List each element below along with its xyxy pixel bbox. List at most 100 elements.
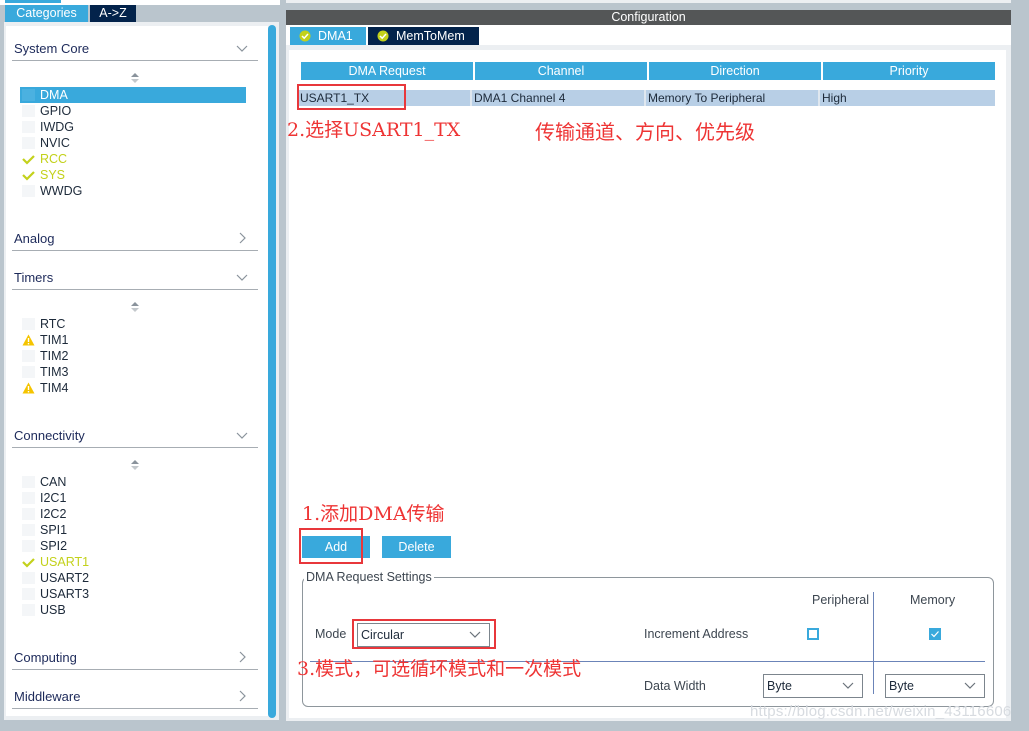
section-computing[interactable]: Computing bbox=[12, 646, 258, 670]
annotation-step1: 1.添加DMA传输 bbox=[302, 503, 445, 525]
memory-width-value: Byte bbox=[889, 679, 915, 693]
memory-width-select[interactable]: Byte bbox=[885, 674, 985, 698]
cell-channel: DMA1 Channel 4 bbox=[472, 90, 646, 106]
item-label: SPI2 bbox=[40, 539, 68, 553]
sort-icon[interactable] bbox=[130, 459, 140, 471]
section-middleware[interactable]: Middleware bbox=[12, 685, 258, 709]
peripheral-increment-checkbox[interactable] bbox=[807, 628, 819, 640]
status-blank-icon bbox=[22, 476, 35, 488]
item-label: WWDG bbox=[40, 184, 83, 198]
section-analog[interactable]: Analog bbox=[12, 227, 258, 251]
sidebar-item-sys[interactable]: SYS bbox=[20, 167, 246, 183]
status-blank-icon bbox=[22, 121, 35, 133]
check-icon bbox=[22, 171, 35, 181]
check-icon bbox=[931, 631, 939, 638]
col-dma-request[interactable]: DMA Request bbox=[301, 62, 473, 80]
sidebar-item-tim1[interactable]: TIM1 bbox=[20, 332, 246, 348]
left-top-accent bbox=[5, 0, 61, 3]
highlight-box-add bbox=[299, 528, 363, 564]
chevron-down-icon bbox=[236, 45, 248, 52]
memory-increment-checkbox[interactable] bbox=[929, 628, 941, 640]
section-title: Timers bbox=[14, 270, 54, 285]
settings-legend: DMA Request Settings bbox=[304, 570, 434, 584]
sidebar-item-iwdg[interactable]: IWDG bbox=[20, 119, 246, 135]
item-label: USART2 bbox=[40, 571, 90, 585]
tab-label: DMA1 bbox=[318, 29, 353, 43]
ok-badge-icon bbox=[377, 30, 389, 42]
status-blank-icon bbox=[22, 508, 35, 520]
chevron-right-icon bbox=[239, 651, 246, 663]
item-label: USART3 bbox=[40, 587, 90, 601]
chevron-down-icon bbox=[964, 682, 976, 689]
warning-icon bbox=[22, 334, 35, 346]
annotation-step2: 2.选择USART1_TX bbox=[287, 119, 461, 141]
sort-icon[interactable] bbox=[130, 301, 140, 313]
col-peripheral-label: Peripheral bbox=[812, 593, 869, 607]
item-label: NVIC bbox=[40, 136, 70, 150]
sidebar-item-usart2[interactable]: USART2 bbox=[20, 570, 246, 586]
tab-label: MemToMem bbox=[396, 29, 465, 43]
sort-icon[interactable] bbox=[130, 72, 140, 84]
sidebar-item-rcc[interactable]: RCC bbox=[20, 151, 246, 167]
chevron-down-icon bbox=[236, 432, 248, 439]
category-tabs: Categories A->Z bbox=[5, 5, 136, 22]
item-label: TIM1 bbox=[40, 333, 69, 347]
tab-categories[interactable]: Categories bbox=[5, 5, 88, 22]
col-direction[interactable]: Direction bbox=[649, 62, 821, 80]
item-label: USART1 bbox=[40, 555, 90, 569]
column-divider bbox=[873, 592, 874, 694]
sidebar-item-usb[interactable]: USB bbox=[20, 602, 246, 618]
item-label: SYS bbox=[40, 168, 66, 182]
item-label: RCC bbox=[40, 152, 68, 166]
sidebar-item-can[interactable]: CAN bbox=[20, 474, 246, 490]
tab-dma1[interactable]: DMA1 bbox=[290, 27, 366, 45]
chevron-right-icon bbox=[239, 690, 246, 702]
sidebar-item-gpio[interactable]: GPIO bbox=[20, 103, 246, 119]
cell-priority: High bbox=[822, 91, 847, 105]
sidebar-item-dma[interactable]: DMA bbox=[20, 87, 246, 103]
sidebar-item-tim3[interactable]: TIM3 bbox=[20, 364, 246, 380]
annotation-step3: 3.模式，可选循环模式和一次模式 bbox=[297, 658, 582, 680]
dma-table-header: DMA Request Channel Direction Priority bbox=[301, 62, 997, 80]
item-label: I2C1 bbox=[40, 491, 67, 505]
sidebar-item-nvic[interactable]: NVIC bbox=[20, 135, 246, 151]
watermark: https://blog.csdn.net/weixin_43116606 bbox=[750, 703, 1012, 720]
status-blank-icon bbox=[22, 588, 35, 600]
sidebar-item-wwdg[interactable]: WWDG bbox=[20, 183, 246, 199]
status-blank-icon bbox=[22, 105, 35, 117]
col-channel[interactable]: Channel bbox=[475, 62, 647, 80]
sidebar-item-usart1[interactable]: USART1 bbox=[20, 554, 246, 570]
section-timers[interactable]: Timers bbox=[12, 266, 258, 290]
sidebar-item-i2c2[interactable]: I2C2 bbox=[20, 506, 246, 522]
peripheral-width-select[interactable]: Byte bbox=[763, 674, 863, 698]
sidebar-item-spi1[interactable]: SPI1 bbox=[20, 522, 246, 538]
status-blank-icon bbox=[22, 137, 35, 149]
sidebar-item-spi2[interactable]: SPI2 bbox=[20, 538, 246, 554]
sidebar-item-rtc[interactable]: RTC bbox=[20, 316, 246, 332]
sidebar-item-i2c1[interactable]: I2C1 bbox=[20, 490, 246, 506]
item-label: GPIO bbox=[40, 104, 72, 118]
status-blank-icon bbox=[22, 540, 35, 552]
sidebar-item-tim2[interactable]: TIM2 bbox=[20, 348, 246, 364]
sidebar-item-tim4[interactable]: TIM4 bbox=[20, 380, 246, 396]
annotation-note: 传输通道、方向、优先级 bbox=[535, 120, 755, 144]
col-memory-label: Memory bbox=[910, 593, 956, 607]
sidebar-item-usart3[interactable]: USART3 bbox=[20, 586, 246, 602]
mode-label: Mode bbox=[315, 627, 347, 641]
chevron-right-icon bbox=[239, 232, 246, 244]
configuration-title: Configuration bbox=[286, 10, 1011, 25]
section-connectivity[interactable]: Connectivity bbox=[12, 424, 258, 448]
delete-button[interactable]: Delete bbox=[382, 536, 451, 558]
status-blank-icon bbox=[22, 524, 35, 536]
increment-address-label: Increment Address bbox=[644, 627, 749, 641]
col-priority[interactable]: Priority bbox=[823, 62, 995, 80]
item-label: DMA bbox=[40, 88, 68, 102]
tab-memtomem[interactable]: MemToMem bbox=[368, 27, 479, 45]
status-blank-icon bbox=[22, 318, 35, 330]
tab-a-to-z[interactable]: A->Z bbox=[90, 5, 136, 22]
top-divider bbox=[286, 0, 1011, 3]
section-system-core[interactable]: System Core bbox=[12, 37, 258, 61]
categories-scrollbar[interactable] bbox=[268, 25, 276, 718]
status-blank-icon bbox=[22, 492, 35, 504]
check-icon bbox=[22, 558, 35, 568]
